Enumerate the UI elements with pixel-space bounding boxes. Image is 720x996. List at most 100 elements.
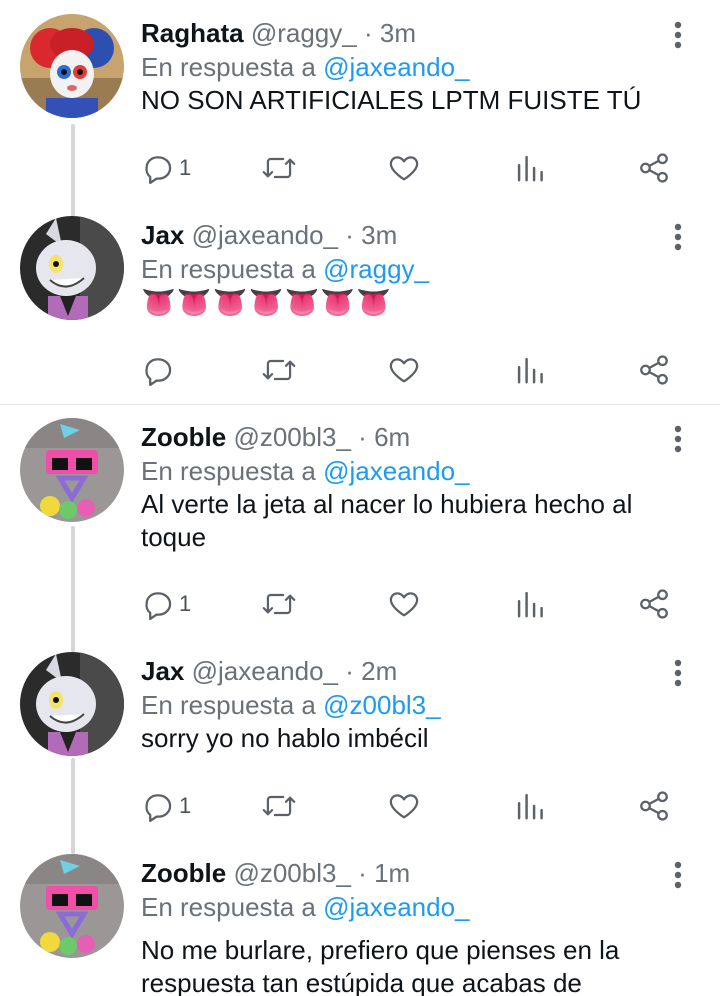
author-name[interactable]: Jax [141, 220, 184, 250]
share-button[interactable] [637, 584, 671, 624]
views-icon [517, 793, 543, 820]
author-handle[interactable]: @raggy_ [251, 18, 357, 48]
timestamp[interactable]: 6m [374, 422, 410, 452]
views-button[interactable] [515, 584, 545, 624]
more-vertical-icon [674, 861, 682, 889]
retweet-icon [262, 795, 296, 817]
reply-button[interactable]: 1 [141, 148, 191, 188]
more-options-button[interactable] [666, 658, 690, 688]
tweet-actions [141, 350, 701, 390]
reply-icon [145, 156, 172, 185]
reply-icon [145, 794, 172, 823]
reply-context: En respuesta a @raggy_ [141, 252, 429, 286]
avatar[interactable] [20, 216, 124, 320]
tweet-text: 👅👅👅👅👅👅👅 [141, 287, 393, 318]
retweet-button[interactable] [261, 350, 297, 390]
reply-context: En respuesta a @z00bl3_ [141, 688, 441, 722]
reply-button[interactable] [141, 350, 179, 390]
like-button[interactable] [387, 148, 421, 188]
more-options-button[interactable] [666, 20, 690, 50]
reply-context: En respuesta a @jaxeando_ [141, 454, 470, 488]
avatar[interactable] [20, 652, 124, 756]
author-handle[interactable]: @jaxeando_ [192, 656, 338, 686]
reply-mention-link[interactable]: @raggy_ [323, 254, 429, 284]
tweet-actions: 1 [141, 584, 701, 624]
reply-mention-link[interactable]: @jaxeando_ [323, 892, 469, 922]
author-handle[interactable]: @jaxeando_ [192, 220, 338, 250]
tweet[interactable]: Zooble @z00bl3_ · 6m En respuesta a @jax… [0, 404, 720, 638]
tweet[interactable]: Jax @jaxeando_ · 2m En respuesta a @z00b… [0, 638, 720, 840]
tweet-header: Zooble @z00bl3_ · 6m [141, 420, 410, 454]
reply-button[interactable]: 1 [141, 584, 191, 624]
reply-mention-link[interactable]: @jaxeando_ [323, 456, 469, 486]
like-button[interactable] [387, 350, 421, 390]
more-options-button[interactable] [666, 424, 690, 454]
separator-dot: · [358, 422, 367, 452]
more-options-button[interactable] [666, 860, 690, 890]
timestamp[interactable]: 3m [380, 18, 416, 48]
tweet-actions: 1 [141, 148, 701, 188]
avatar[interactable] [20, 418, 124, 522]
timestamp[interactable]: 1m [374, 858, 410, 888]
separator-dot: · [345, 220, 354, 250]
more-options-button[interactable] [666, 222, 690, 252]
more-vertical-icon [674, 21, 682, 49]
views-button[interactable] [515, 350, 545, 390]
reply-context: En respuesta a @jaxeando_ [141, 50, 470, 84]
reply-mention-link[interactable]: @jaxeando_ [323, 52, 469, 82]
reply-count: 1 [179, 155, 192, 180]
reply-icon [145, 358, 172, 387]
author-name[interactable]: Zooble [141, 858, 226, 888]
like-button[interactable] [387, 786, 421, 826]
retweet-button[interactable] [261, 786, 297, 826]
like-button[interactable] [387, 584, 421, 624]
tweet-header: Zooble @z00bl3_ · 1m [141, 856, 410, 890]
separator-dot: · [358, 858, 367, 888]
author-name[interactable]: Jax [141, 656, 184, 686]
share-icon [640, 791, 668, 821]
views-button[interactable] [515, 786, 545, 826]
share-button[interactable] [637, 148, 671, 188]
views-button[interactable] [515, 148, 545, 188]
tweet-header: Jax @jaxeando_ · 2m [141, 654, 397, 688]
retweet-icon [262, 359, 296, 381]
separator-dot: · [345, 656, 354, 686]
tweet[interactable]: Zooble @z00bl3_ · 1m En respuesta a @jax… [0, 840, 720, 996]
author-name[interactable]: Zooble [141, 422, 226, 452]
reply-label: En respuesta a [141, 456, 316, 486]
retweet-button[interactable] [261, 584, 297, 624]
avatar[interactable] [20, 14, 124, 118]
share-button[interactable] [637, 786, 671, 826]
retweet-icon [262, 593, 296, 615]
reply-context: En respuesta a @jaxeando_ [141, 890, 470, 924]
author-name[interactable]: Raghata [141, 18, 244, 48]
tweet-header: Raghata @raggy_ · 3m [141, 16, 416, 50]
more-vertical-icon [674, 659, 682, 687]
reply-mention-link[interactable]: @z00bl3_ [323, 690, 440, 720]
tweet-text: Al verte la jeta al nacer lo hubiera hec… [141, 489, 633, 552]
retweet-button[interactable] [261, 148, 297, 188]
reply-label: En respuesta a [141, 690, 316, 720]
timestamp[interactable]: 2m [361, 656, 397, 686]
tweet[interactable]: Raghata @raggy_ · 3m En respuesta a @jax… [0, 0, 720, 200]
author-handle[interactable]: @z00bl3_ [233, 858, 350, 888]
avatar[interactable] [20, 854, 124, 958]
share-icon [640, 355, 668, 385]
tweet-header: Jax @jaxeando_ · 3m [141, 218, 397, 252]
share-button[interactable] [637, 350, 671, 390]
reply-count: 1 [179, 793, 192, 818]
heart-icon [389, 794, 419, 819]
reply-icon [145, 592, 172, 621]
reply-button[interactable]: 1 [141, 786, 191, 826]
timestamp[interactable]: 3m [361, 220, 397, 250]
heart-icon [389, 592, 419, 617]
reply-count: 1 [179, 591, 192, 616]
tweet-text: NO SON ARTIFICIALES LPTM FUISTE TÚ [141, 85, 642, 115]
tweet[interactable]: Jax @jaxeando_ · 3m En respuesta a @ragg… [0, 202, 720, 404]
views-icon [517, 591, 543, 618]
more-vertical-icon [674, 425, 682, 453]
tweet-actions: 1 [141, 786, 701, 826]
author-handle[interactable]: @z00bl3_ [233, 422, 350, 452]
views-icon [517, 357, 543, 384]
tweet-text: sorry yo no hablo imbécil [141, 723, 429, 753]
